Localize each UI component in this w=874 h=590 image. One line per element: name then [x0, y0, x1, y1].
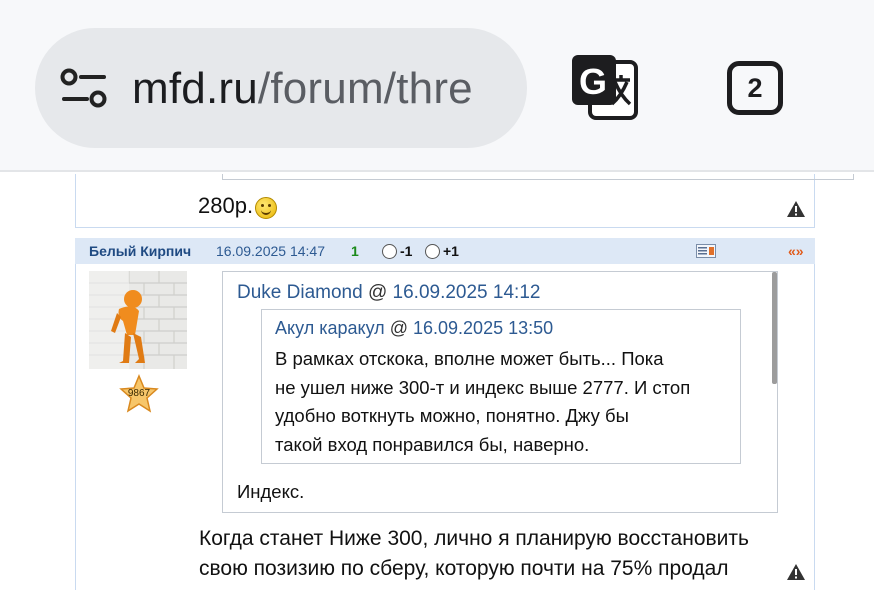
vote-plus-radio[interactable]: +1 [425, 238, 459, 264]
nested-quote-author-link[interactable]: Акул каракул [275, 318, 385, 338]
post-text: Когда станет Ниже 300, лично я планирую … [199, 527, 749, 580]
user-avatar[interactable] [89, 271, 187, 369]
post-header: Белый Кирпич 16.09.2025 14:47 1 -1 +1 «» [75, 238, 815, 264]
quote-scrollbar[interactable] [772, 272, 777, 384]
url-text[interactable]: mfd.ru/forum/thre [132, 59, 507, 119]
smiley-icon [255, 197, 278, 219]
previous-post: 280р. [75, 174, 854, 228]
quote-header: Duke Diamond @ 16.09.2025 14:12 [237, 282, 541, 303]
user-card-icon[interactable] [696, 244, 716, 258]
tab-switcher-button[interactable]: 2 [727, 61, 783, 115]
vote-minus-radio[interactable]: -1 [382, 238, 412, 264]
post-datetime[interactable]: 16.09.2025 14:47 [216, 238, 325, 264]
nested-quote-block: Акул каракул @ 16.09.2025 13:50 В рамках… [261, 309, 741, 464]
url-fade [475, 58, 515, 118]
post-body: 9867 Duke Diamond @ 16.09.2025 14:12 Аку… [75, 264, 815, 590]
report-warning-icon[interactable] [786, 563, 806, 581]
nested-quote-datetime[interactable]: 16.09.2025 13:50 [413, 318, 553, 338]
quote-text: Индекс. [237, 481, 305, 502]
radio-icon [382, 244, 397, 259]
quote-block: Duke Diamond @ 16.09.2025 14:12 Акул кар… [222, 271, 778, 513]
previous-post-text: 280р. [198, 192, 278, 220]
browser-toolbar: mfd.ru/forum/thre G 2 [0, 0, 874, 172]
report-warning-icon[interactable] [786, 200, 806, 218]
previous-quote-box [222, 174, 854, 180]
translate-icon[interactable]: G [568, 52, 640, 122]
svg-text:G: G [579, 61, 607, 102]
nested-quote-text: В рамках отскока, вполне может быть... П… [275, 348, 691, 455]
nested-quote-header: Акул каракул @ 16.09.2025 13:50 [275, 318, 554, 338]
tune-icon[interactable] [60, 68, 108, 110]
user-rank-count: 9867 [127, 388, 151, 399]
post-rating: 1 [351, 243, 359, 259]
url-domain: mfd.ru [132, 64, 258, 113]
quote-datetime[interactable]: 16.09.2025 14:12 [393, 282, 541, 303]
address-bar[interactable]: mfd.ru/forum/thre [35, 28, 527, 148]
forum-thread: 280р. Белый Кирпич 16.09.2025 14:47 1 -1… [0, 174, 874, 590]
radio-icon [425, 244, 440, 259]
user-rank-star: 9867 [119, 374, 159, 414]
quote-author-link[interactable]: Duke Diamond [237, 282, 363, 303]
url-path: /forum/thre [257, 64, 473, 113]
quote-reply-link[interactable]: «» [788, 238, 804, 264]
post-author-link[interactable]: Белый Кирпич [89, 238, 191, 264]
